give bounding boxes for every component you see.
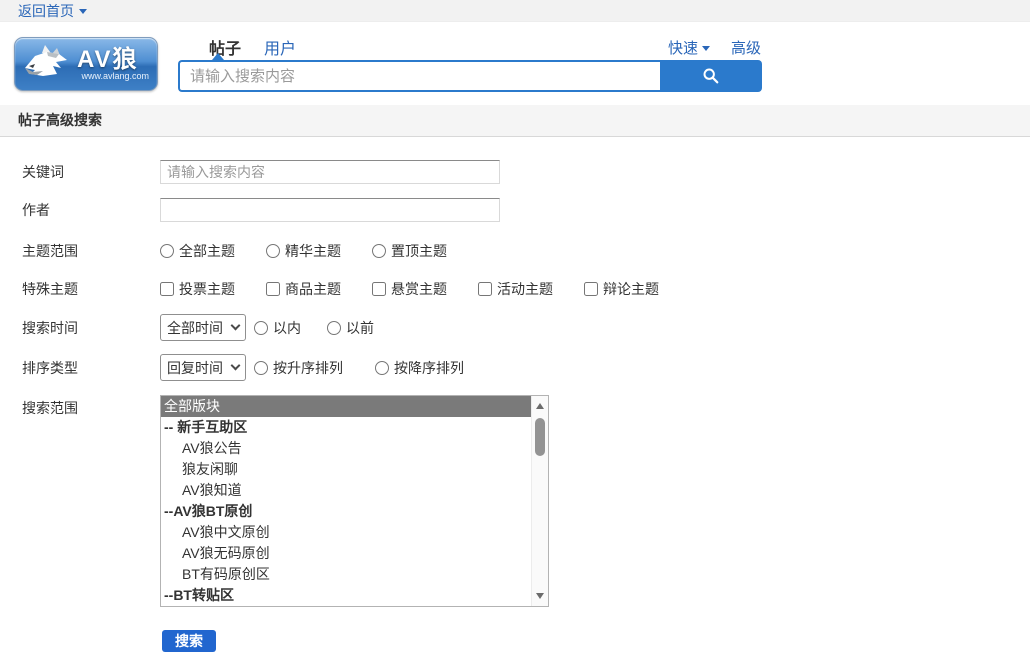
search-time-row: 搜索时间 全部时间 以内 以前 <box>22 314 1030 341</box>
advanced-search-form: 关键词 作者 主题范围 全部主题 精华主题 置顶主题 特殊主题 投票主题 商品主… <box>0 160 1030 652</box>
search-icon <box>702 67 720 85</box>
keyword-input[interactable] <box>160 160 500 184</box>
main-search-input[interactable] <box>178 60 660 92</box>
author-input[interactable] <box>160 198 500 222</box>
special-topic-label: 特殊主题 <box>22 279 160 299</box>
keyword-row: 关键词 <box>22 160 1030 184</box>
submit-row: 搜索 <box>22 630 1030 652</box>
radio-sort-asc[interactable]: 按升序排列 <box>254 358 343 378</box>
search-submit-button[interactable]: 搜索 <box>162 630 216 652</box>
checkbox-poll-topic-label: 投票主题 <box>179 279 235 299</box>
checkbox-reward-topic[interactable]: 悬赏主题 <box>372 279 447 299</box>
search-time-select[interactable]: 全部时间 <box>160 314 246 341</box>
radio-time-within[interactable]: 以内 <box>254 318 301 338</box>
list-item[interactable]: AV狼公告 <box>161 438 532 459</box>
site-logo[interactable]: AV狼 www.avlang.com <box>14 37 158 91</box>
radio-sort-asc-input[interactable] <box>254 361 268 375</box>
checkbox-debate-topic-input[interactable] <box>584 282 598 296</box>
checkbox-reward-topic-input[interactable] <box>372 282 386 296</box>
author-row: 作者 <box>22 198 1030 222</box>
list-item[interactable]: AV狼中文原创 <box>161 522 532 543</box>
checkbox-trade-topic[interactable]: 商品主题 <box>266 279 341 299</box>
radio-digest-topics[interactable]: 精华主题 <box>266 241 341 261</box>
radio-time-before[interactable]: 以前 <box>327 318 374 338</box>
checkbox-debate-topic-label: 辩论主题 <box>603 279 659 299</box>
radio-time-within-input[interactable] <box>254 321 268 335</box>
checkbox-trade-topic-input[interactable] <box>266 282 280 296</box>
checkbox-activity-topic-label: 活动主题 <box>497 279 553 299</box>
list-item[interactable]: BT有码原创区 <box>161 564 532 585</box>
topic-scope-row: 主题范围 全部主题 精华主题 置顶主题 <box>22 241 1030 261</box>
list-item[interactable]: AV狼知道 <box>161 480 532 501</box>
list-item[interactable]: 全部版块 <box>161 396 532 417</box>
quick-search-label: 快速 <box>668 37 698 58</box>
keyword-label: 关键词 <box>22 162 160 182</box>
scroll-up-icon[interactable] <box>536 403 544 409</box>
search-range-row: 搜索范围 全部版块 -- 新手互助区 AV狼公告 狼友闲聊 AV狼知道 --AV… <box>22 395 1030 607</box>
radio-time-before-label: 以前 <box>346 318 374 338</box>
radio-top-topics-label: 置顶主题 <box>391 241 447 261</box>
radio-digest-topics-label: 精华主题 <box>285 241 341 261</box>
wolf-logo-icon <box>23 44 73 84</box>
sort-type-label: 排序类型 <box>22 358 160 378</box>
radio-time-before-input[interactable] <box>327 321 341 335</box>
list-item[interactable]: 狼友闲聊 <box>161 459 532 480</box>
advanced-search-link[interactable]: 高级 <box>731 37 761 58</box>
radio-sort-desc[interactable]: 按降序排列 <box>375 358 464 378</box>
scroll-down-icon[interactable] <box>536 593 544 599</box>
radio-sort-desc-label: 按降序排列 <box>394 358 464 378</box>
tab-users[interactable]: 用户 <box>264 35 296 59</box>
list-item[interactable]: --BT转贴区 <box>161 585 532 606</box>
scrollbar-thumb[interactable] <box>535 418 545 456</box>
back-home-label: 返回首页 <box>18 1 74 21</box>
checkbox-poll-topic[interactable]: 投票主题 <box>160 279 235 299</box>
checkbox-reward-topic-label: 悬赏主题 <box>391 279 447 299</box>
radio-all-topics-label: 全部主题 <box>179 241 235 261</box>
caret-down-icon <box>702 46 710 51</box>
sort-type-selected-value: 回复时间 <box>167 358 223 378</box>
checkbox-trade-topic-label: 商品主题 <box>285 279 341 299</box>
logo-title: AV狼 <box>77 48 149 72</box>
search-range-label: 搜索范围 <box>22 395 160 418</box>
radio-sort-asc-label: 按升序排列 <box>273 358 343 378</box>
radio-all-topics-input[interactable] <box>160 244 174 258</box>
active-tab-pointer <box>212 53 224 60</box>
search-header: AV狼 www.avlang.com 帖子 用户 快速 高级 <box>0 22 1030 105</box>
radio-all-topics[interactable]: 全部主题 <box>160 241 235 261</box>
sort-type-select[interactable]: 回复时间 <box>160 354 246 381</box>
main-search-button[interactable] <box>660 60 762 92</box>
quick-search-link[interactable]: 快速 <box>668 37 710 58</box>
list-item[interactable]: AV狼无码原创 <box>161 543 532 564</box>
logo-text: AV狼 www.avlang.com <box>77 48 149 81</box>
chevron-down-icon <box>231 321 241 331</box>
back-home-link[interactable]: 返回首页 <box>18 1 87 21</box>
list-item[interactable]: --AV狼BT原创 <box>161 501 532 522</box>
search-time-selected-value: 全部时间 <box>167 318 223 338</box>
author-label: 作者 <box>22 200 160 220</box>
list-item[interactable]: -- 新手互助区 <box>161 417 532 438</box>
checkbox-activity-topic-input[interactable] <box>478 282 492 296</box>
radio-sort-desc-input[interactable] <box>375 361 389 375</box>
logo-subtitle: www.avlang.com <box>77 71 149 81</box>
radio-top-topics-input[interactable] <box>372 244 386 258</box>
checkbox-activity-topic[interactable]: 活动主题 <box>478 279 553 299</box>
page-title: 帖子高级搜索 <box>0 105 1030 137</box>
topbar: 返回首页 <box>0 0 1030 22</box>
checkbox-poll-topic-input[interactable] <box>160 282 174 296</box>
special-topic-row: 特殊主题 投票主题 商品主题 悬赏主题 活动主题 辩论主题 <box>22 279 1030 299</box>
forum-listbox[interactable]: 全部版块 -- 新手互助区 AV狼公告 狼友闲聊 AV狼知道 --AV狼BT原创… <box>160 395 549 607</box>
chevron-down-icon <box>231 361 241 371</box>
radio-digest-topics-input[interactable] <box>266 244 280 258</box>
listbox-scrollbar[interactable] <box>531 396 548 606</box>
radio-time-within-label: 以内 <box>273 318 301 338</box>
caret-down-icon <box>79 9 87 14</box>
topic-scope-label: 主题范围 <box>22 241 160 261</box>
search-time-label: 搜索时间 <box>22 318 160 338</box>
radio-top-topics[interactable]: 置顶主题 <box>372 241 447 261</box>
sort-type-row: 排序类型 回复时间 按升序排列 按降序排列 <box>22 354 1030 381</box>
checkbox-debate-topic[interactable]: 辩论主题 <box>584 279 659 299</box>
